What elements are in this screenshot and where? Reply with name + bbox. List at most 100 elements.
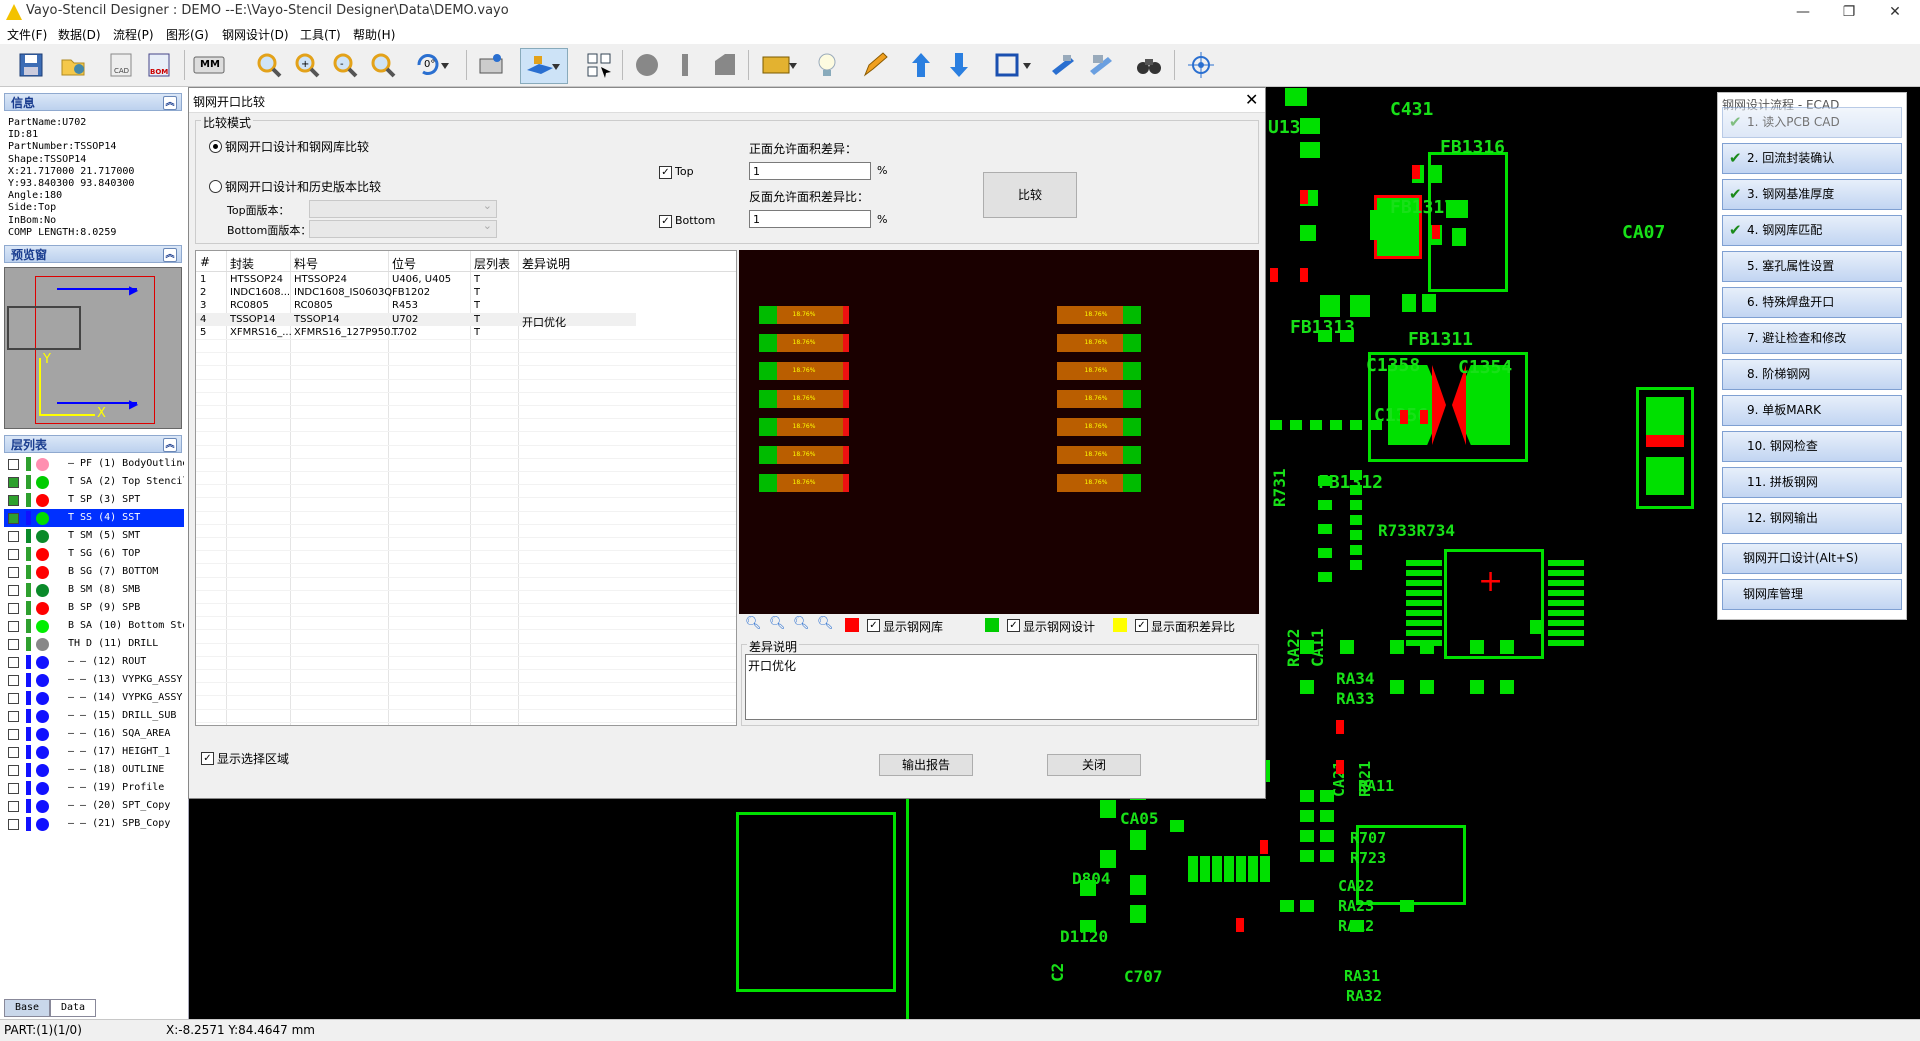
show-region-checkbox[interactable]: ✓ — [201, 752, 214, 765]
layer-visible-checkbox[interactable] — [8, 639, 19, 650]
menu-help[interactable]: 帮助(H) — [353, 26, 395, 43]
workflow-step[interactable]: 钢网开口设计(Alt+S) — [1722, 543, 1902, 574]
layer-row[interactable]: B SP (9) SPB — [4, 599, 184, 617]
top-checkbox[interactable]: ✓ — [659, 166, 672, 179]
layer-visible-checkbox[interactable] — [8, 747, 19, 758]
layer-color-dot[interactable] — [36, 818, 49, 831]
layer-row[interactable]: — — (17) HEIGHT_1 — [4, 743, 184, 761]
column-header[interactable]: 料号 — [294, 255, 318, 272]
layer-visible-checkbox[interactable] — [8, 531, 19, 542]
show-design-checkbox[interactable]: ✓ — [1007, 619, 1020, 632]
workflow-step[interactable]: 11. 拼板钢网 — [1722, 467, 1902, 498]
compare-button[interactable]: 比较 — [983, 172, 1077, 218]
menu-process[interactable]: 流程(P) — [113, 26, 154, 43]
bottom-version-select[interactable] — [309, 219, 497, 238]
menu-graphics[interactable]: 图形(G) — [166, 26, 209, 43]
up-arrow-icon[interactable] — [904, 48, 938, 82]
layer-row[interactable]: — — (16) SQA_AREA — [4, 725, 184, 743]
menu-stencil-design[interactable]: 钢网设计(D) — [222, 26, 289, 43]
top-version-select[interactable] — [309, 199, 497, 218]
workflow-step[interactable]: 9. 单板MARK — [1722, 395, 1902, 426]
layer-row[interactable]: — — (20) SPT_Copy — [4, 797, 184, 815]
column-header[interactable]: 差异说明 — [522, 255, 570, 272]
column-header[interactable]: # — [200, 255, 210, 269]
zoom-in-icon[interactable]: + — [290, 48, 324, 82]
select-icon[interactable] — [582, 48, 616, 82]
stencil-icon[interactable] — [474, 48, 508, 82]
compare-table[interactable]: # 封装 料号 位号 层列表 差异说明 1 HTSSOP24 HTSSOP24 U406, U40… — [195, 250, 737, 726]
workflow-step[interactable]: ✔ 4. 钢网库匹配 — [1722, 215, 1902, 246]
down-arrow-icon[interactable] — [942, 48, 976, 82]
layer-color-dot[interactable] — [36, 548, 49, 561]
layer-panel-header[interactable]: 层列表 ︽ — [4, 435, 182, 453]
layer-visible-checkbox[interactable] — [8, 765, 19, 776]
layer-row[interactable]: T SS (4) SST — [4, 509, 184, 527]
layer-row[interactable]: — — (15) DRILL_SUB — [4, 707, 184, 725]
layer-row[interactable]: — — (13) VYPKG_ASSY — [4, 671, 184, 689]
layer-color-dot[interactable] — [36, 620, 49, 633]
zoom-out-icon[interactable]: - — [328, 48, 362, 82]
layer-row[interactable]: — PF (1) BodyOutline — [4, 455, 184, 473]
layer-color-dot[interactable] — [36, 746, 49, 759]
binoculars-icon[interactable] — [1132, 48, 1166, 82]
layer-color-dot[interactable] — [36, 656, 49, 669]
layer-visible-checkbox[interactable] — [8, 549, 19, 560]
layer-color-dot[interactable] — [36, 638, 49, 651]
preview-zoom-icon[interactable]: 🔍︎ — [745, 616, 762, 631]
layer-color-dot[interactable] — [36, 494, 49, 507]
close-window-button[interactable]: ✕ — [1872, 0, 1918, 24]
workflow-step[interactable]: ✔ 2. 回流封装确认 — [1722, 143, 1902, 174]
menu-data[interactable]: 数据(D) — [58, 26, 101, 43]
circle-icon[interactable] — [630, 48, 664, 82]
minimize-button[interactable]: — — [1780, 0, 1826, 24]
layer-color-dot[interactable] — [36, 458, 49, 471]
column-header[interactable]: 位号 — [392, 255, 416, 272]
layer-visible-checkbox[interactable] — [8, 495, 19, 506]
line-icon[interactable] — [668, 48, 702, 82]
layer-row[interactable]: — — (21) SPB_Copy — [4, 815, 184, 833]
layer-row[interactable]: TH D (11) DRILL — [4, 635, 184, 653]
layer-row[interactable]: B SM (8) SMB — [4, 581, 184, 599]
layer-color-dot[interactable] — [36, 476, 49, 489]
layer-visible-checkbox[interactable] — [8, 459, 19, 470]
bottom-checkbox[interactable]: ✓ — [659, 215, 672, 228]
layer-visible-checkbox[interactable] — [8, 603, 19, 614]
pencil-icon[interactable] — [858, 48, 892, 82]
zoom-icon[interactable] — [252, 48, 286, 82]
export-report-button[interactable]: 输出报告 — [879, 754, 973, 776]
close-button[interactable]: 关闭 — [1047, 754, 1141, 776]
cad-icon[interactable]: CAD — [104, 48, 138, 82]
shape-icon[interactable] — [708, 48, 742, 82]
collapse-icon[interactable]: ︽ — [163, 96, 177, 110]
maximize-button[interactable]: ❐ — [1826, 0, 1872, 24]
menu-tools[interactable]: 工具(T) — [300, 26, 341, 43]
back-tolerance-input[interactable]: 1 — [749, 210, 871, 228]
layer-color-dot[interactable] — [36, 566, 49, 579]
dialog-close-icon[interactable]: ✕ — [1245, 90, 1258, 109]
rect-icon[interactable] — [990, 48, 1036, 82]
layer-color-dot[interactable] — [36, 710, 49, 723]
open-icon[interactable] — [56, 48, 90, 82]
layer-color-dot[interactable] — [36, 674, 49, 687]
layer-visible-checkbox[interactable] — [8, 513, 19, 524]
layer-visible-checkbox[interactable] — [8, 819, 19, 830]
tab-data[interactable]: Data — [50, 999, 96, 1017]
layer-visible-checkbox[interactable] — [8, 693, 19, 704]
radio-history-compare[interactable] — [209, 180, 222, 193]
layer-row[interactable]: B SA (10) Bottom Stencil — [4, 617, 184, 635]
layer-row[interactable]: — — (18) OUTLINE — [4, 761, 184, 779]
target-icon[interactable] — [1184, 48, 1218, 82]
menu-file[interactable]: 文件(F) — [7, 26, 47, 43]
layer-row[interactable]: — — (19) Profile — [4, 779, 184, 797]
collapse-icon[interactable]: ︽ — [163, 248, 177, 262]
layer-visible-checkbox[interactable] — [8, 675, 19, 686]
layer-visible-checkbox[interactable] — [8, 657, 19, 668]
bom-icon[interactable]: BOM — [142, 48, 176, 82]
workflow-step[interactable]: 8. 阶梯钢网 — [1722, 359, 1902, 390]
workflow-step[interactable]: 12. 钢网输出 — [1722, 503, 1902, 534]
show-library-checkbox[interactable]: ✓ — [867, 619, 880, 632]
column-header[interactable]: 层列表 — [474, 255, 510, 272]
layer-visible-checkbox[interactable] — [8, 567, 19, 578]
layer-color-dot[interactable] — [36, 530, 49, 543]
layer-row[interactable]: — — (14) VYPKG_ASSY — [4, 689, 184, 707]
